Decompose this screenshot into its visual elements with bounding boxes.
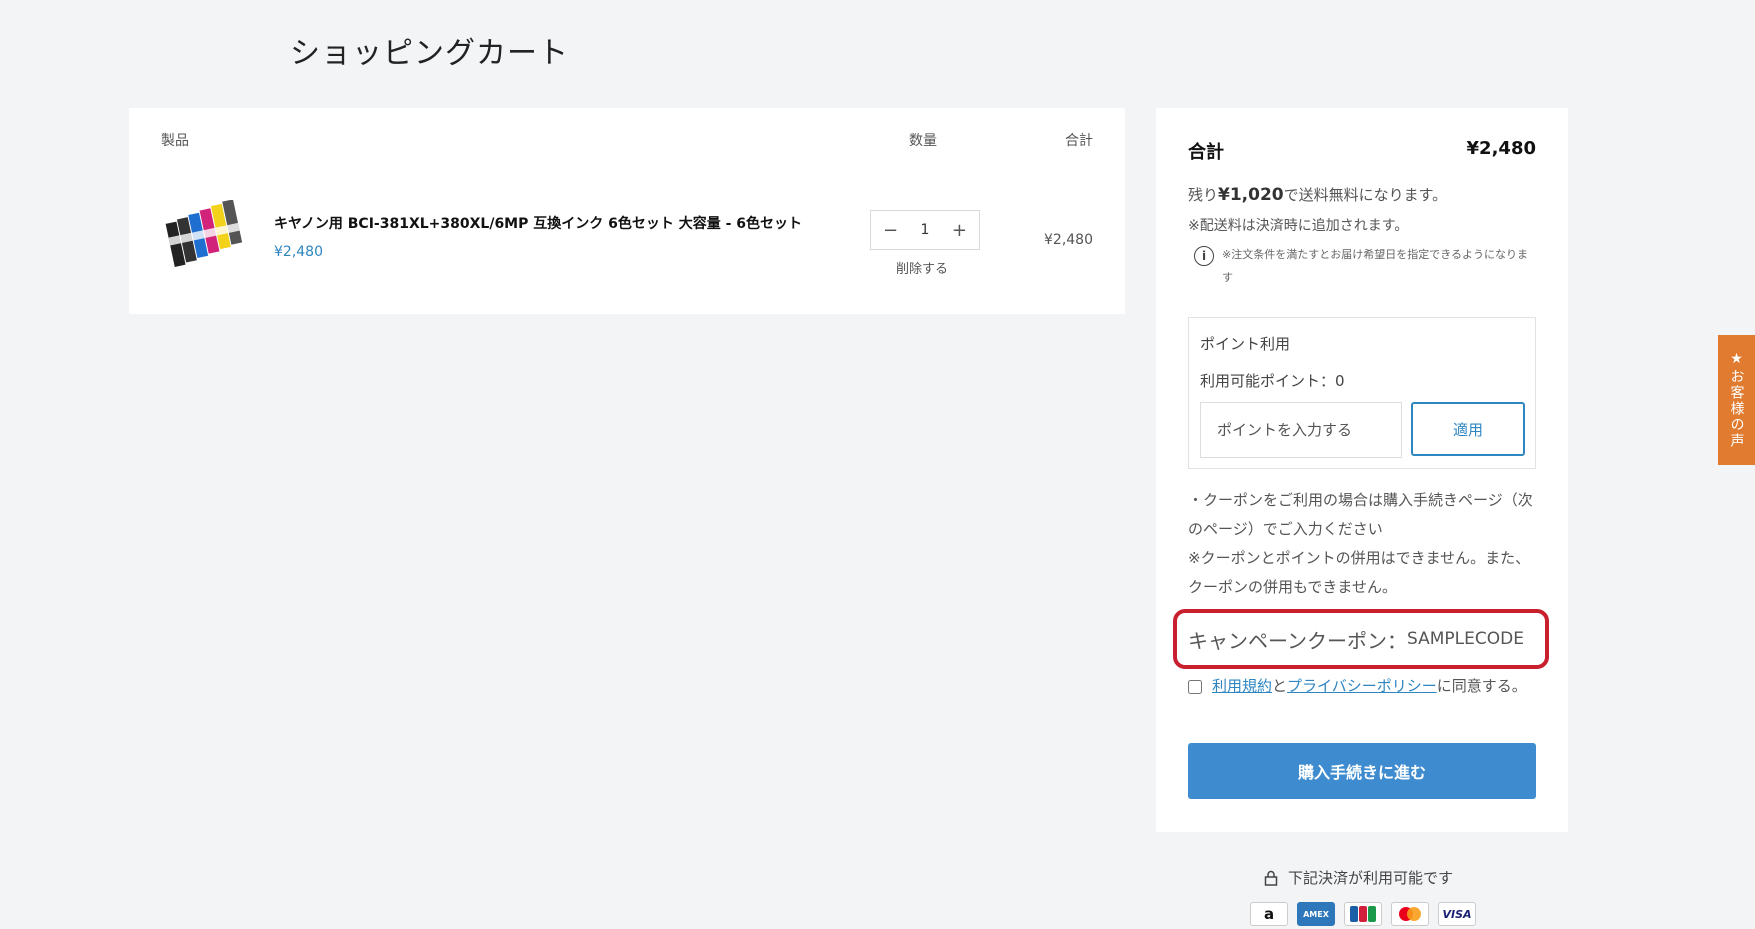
increase-quantity-button[interactable]: + <box>952 220 967 241</box>
column-header-total: 合計 <box>1065 133 1093 149</box>
points-section: ポイント利用 利用可能ポイント：0 適用 <box>1188 317 1536 469</box>
summary-total-label: 合計 <box>1188 142 1224 163</box>
agreement-suffix: に同意する。 <box>1436 677 1527 695</box>
customer-reviews-tab-label: ★お客様の声 <box>1728 351 1745 449</box>
campaign-coupon-label: キャンペーンクーポン： <box>1188 628 1407 653</box>
coupon-note: ※クーポンとポイントの併用はできません。また、クーポンの併用もできません。 <box>1188 549 1531 596</box>
decrease-quantity-button[interactable]: − <box>883 220 898 241</box>
amazon-pay-icon: a <box>1250 902 1288 926</box>
info-icon: i <box>1194 246 1214 266</box>
jcb-icon <box>1344 902 1382 926</box>
page-title: ショッピングカート <box>290 36 569 71</box>
payment-cards: a AMEX VISA <box>1250 902 1476 926</box>
line-total: ¥2,480 <box>1044 232 1093 248</box>
agreement-joiner: と <box>1272 677 1288 695</box>
campaign-coupon-code: SAMPLECODE <box>1407 629 1524 649</box>
delivery-date-info: i ※注文条件を満たすとお届け希望日を指定できるようになります <box>1194 243 1534 289</box>
points-input[interactable] <box>1200 402 1402 458</box>
coupon-notes: ・クーポンをご利用の場合は購入手続きページ（次のページ）でご入力ください ※クー… <box>1188 486 1536 602</box>
free-shipping-message: 残り¥1,020で送料無料になります。 <box>1188 184 1447 205</box>
campaign-coupon-highlight: キャンペーンクーポン： SAMPLECODE <box>1173 609 1549 669</box>
amex-icon: AMEX <box>1297 902 1335 926</box>
apply-points-button[interactable]: 適用 <box>1411 402 1525 456</box>
column-header-quantity: 数量 <box>909 133 937 149</box>
agreement-row: 利用規約とプライバシーポリシーに同意する。 <box>1188 672 1536 701</box>
checkout-button[interactable]: 購入手続きに進む <box>1188 743 1536 799</box>
mastercard-icon <box>1391 902 1429 926</box>
agreement-checkbox[interactable] <box>1188 679 1202 694</box>
points-title: ポイント利用 <box>1200 335 1291 353</box>
available-points: 利用可能ポイント：0 <box>1200 372 1345 390</box>
shipping-note: ※配送料は決済時に追加されます。 <box>1188 218 1409 234</box>
free-shipping-suffix: で送料無料になります。 <box>1283 186 1448 204</box>
coupon-note: ・クーポンをご利用の場合は購入手続きページ（次のページ）でご入力ください <box>1188 491 1533 538</box>
payment-methods-text: 下記決済が利用可能です <box>1288 869 1454 887</box>
cart-panel: 製品 数量 合計 キヤノン用 BCI-381XL+380XL/6MP 互換インク… <box>129 108 1125 314</box>
summary-total-value: ¥2,480 <box>1466 138 1536 159</box>
product-image[interactable] <box>165 199 245 272</box>
quantity-value[interactable]: 1 <box>921 222 930 238</box>
product-name[interactable]: キヤノン用 BCI-381XL+380XL/6MP 互換インク 6色セット 大容… <box>274 213 802 233</box>
quantity-stepper: − 1 + <box>870 210 980 250</box>
delivery-date-info-text: ※注文条件を満たすとお届け希望日を指定できるようになります <box>1222 248 1528 284</box>
order-summary-panel: 合計 ¥2,480 残り¥1,020で送料無料になります。 ※配送料は決済時に追… <box>1156 108 1568 832</box>
product-unit-price: ¥2,480 <box>274 244 323 260</box>
lock-icon <box>1264 870 1278 886</box>
privacy-policy-link[interactable]: プライバシーポリシー <box>1287 677 1437 695</box>
free-shipping-amount: ¥1,020 <box>1218 185 1284 205</box>
terms-link[interactable]: 利用規約 <box>1212 677 1272 695</box>
customer-reviews-tab[interactable]: ★お客様の声 <box>1718 335 1755 465</box>
payment-methods-note: 下記決済が利用可能です <box>1264 867 1453 888</box>
free-shipping-prefix: 残り <box>1188 186 1219 204</box>
visa-icon: VISA <box>1438 902 1476 926</box>
column-header-product: 製品 <box>161 133 189 149</box>
remove-item-link[interactable]: 削除する <box>896 258 948 277</box>
